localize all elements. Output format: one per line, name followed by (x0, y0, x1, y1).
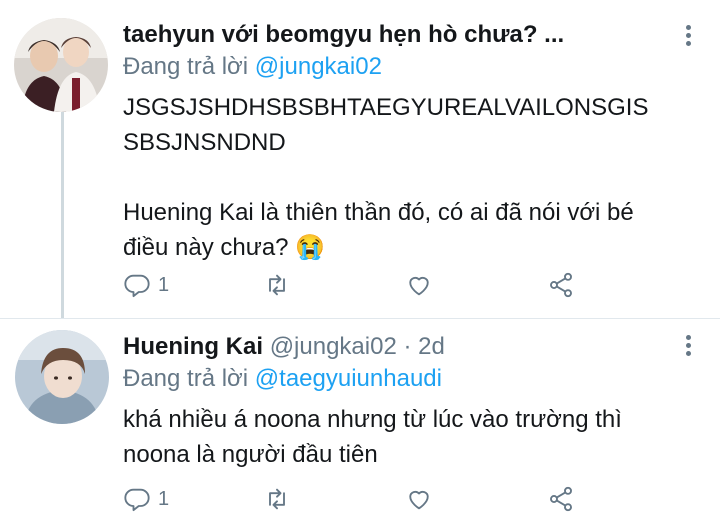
reply-context: Đang trả lời @taegyuiunhaudi (123, 364, 660, 394)
share-button[interactable] (547, 482, 575, 516)
username[interactable]: @jungkai02 (270, 333, 397, 360)
more-options-button[interactable] (676, 22, 700, 52)
retweet-button[interactable] (263, 268, 291, 302)
dot-icon (685, 33, 691, 38)
reply-prefix: Đang trả lời (123, 53, 249, 80)
dot-icon (685, 351, 691, 356)
retweet-icon (269, 274, 285, 296)
retweet-button[interactable] (263, 482, 291, 516)
share-icon (550, 272, 572, 298)
reply-icon (124, 488, 150, 512)
avatar[interactable] (14, 18, 108, 112)
tweet-text: JSGSJSHDHSBSBHTAEGYUREALVAILONSGIS SBSJN… (123, 94, 649, 261)
reply-mention-link[interactable]: @taegyuiunhaudi (255, 365, 442, 392)
share-icon (550, 486, 572, 512)
tweet-header: taehyun với beomgyu hẹn hò chưa? ... (123, 20, 660, 50)
timestamp[interactable]: · 2d (403, 333, 444, 360)
reply-prefix: Đang trả lời (123, 365, 249, 392)
like-button[interactable] (405, 268, 433, 302)
avatar[interactable] (15, 330, 109, 424)
reply-count: 1 (158, 273, 170, 296)
heart-icon (409, 490, 429, 510)
heart-icon (409, 276, 429, 296)
tweet-header: Huening Kai @jungkai02 · 2d (123, 332, 660, 362)
dot-icon (685, 343, 691, 348)
dot-icon (685, 25, 691, 30)
tweet-actions: 1 (123, 482, 593, 516)
reply-count: 1 (158, 487, 170, 510)
dot-icon (685, 335, 691, 340)
display-name[interactable]: taehyun với beomgyu hẹn hò chưa? ... (123, 21, 564, 48)
reply-context: Đang trả lời @jungkai02 (123, 52, 660, 82)
tweet-actions: 1 (123, 268, 593, 302)
more-options-button[interactable] (676, 332, 700, 362)
profile-photo-two-people-icon (14, 18, 108, 112)
retweet-icon (269, 488, 285, 510)
profile-photo-person-icon (15, 330, 109, 424)
tweet-2[interactable]: Huening Kai @jungkai02 · 2d Đang trả lời… (0, 318, 720, 527)
reply-button[interactable]: 1 (123, 268, 169, 302)
tweet-1[interactable]: taehyun với beomgyu hẹn hò chưa? ... Đan… (0, 0, 720, 318)
display-name[interactable]: Huening Kai (123, 333, 263, 360)
reply-icon (124, 274, 150, 298)
reply-mention-link[interactable]: @jungkai02 (255, 53, 382, 80)
reply-button[interactable]: 1 (123, 482, 169, 516)
like-button[interactable] (405, 482, 433, 516)
tweet-text: khá nhiều á noona nhưng từ lúc vào trườn… (123, 406, 629, 468)
dot-icon (685, 41, 691, 46)
share-button[interactable] (547, 268, 575, 302)
